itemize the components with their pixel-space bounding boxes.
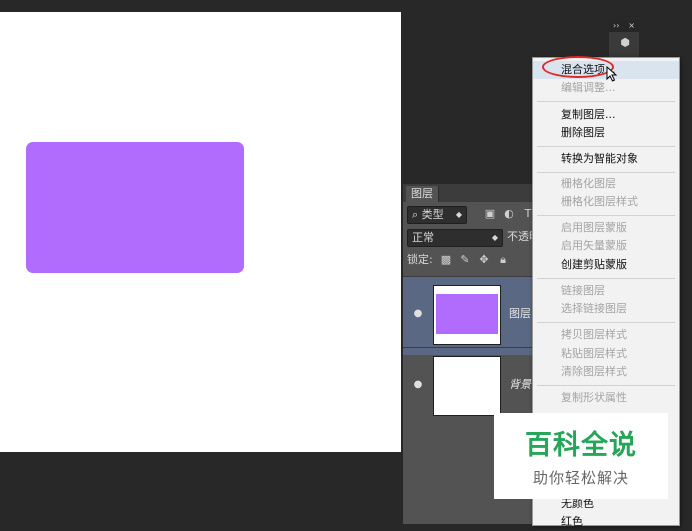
adjustment-filter-icon[interactable]: ◐ bbox=[502, 207, 516, 221]
purple-rounded-rectangle[interactable] bbox=[26, 142, 244, 273]
menu-item-enable-vector-mask[interactable]: 启用矢量蒙版 bbox=[533, 237, 679, 255]
3d-cube-icon[interactable]: ⬢ bbox=[618, 36, 632, 50]
menu-item-paste-layer-style[interactable]: 粘贴图层样式 bbox=[533, 345, 679, 363]
lock-paint-icon[interactable]: ✎ bbox=[458, 253, 472, 267]
search-icon: ⌕ bbox=[412, 208, 419, 221]
layer-thumbnail bbox=[433, 285, 501, 345]
menu-item-rasterize-layer-style[interactable]: 栅格化图层样式 bbox=[533, 193, 679, 211]
menu-separator bbox=[537, 101, 675, 102]
mouse-cursor-icon bbox=[606, 66, 618, 82]
watermark: 百科全说 助你轻松解决 bbox=[494, 413, 668, 499]
menu-item-copy-layer-style[interactable]: 拷贝图层样式 bbox=[533, 326, 679, 344]
lock-transparent-icon[interactable]: ▩ bbox=[439, 253, 453, 267]
menu-separator bbox=[537, 385, 675, 386]
layer-name[interactable]: 背景 bbox=[509, 376, 531, 392]
menu-separator bbox=[537, 215, 675, 216]
document-canvas[interactable] bbox=[0, 12, 401, 452]
menu-item-delete-layer[interactable]: 删除图层 bbox=[533, 124, 679, 142]
layer-name[interactable]: 图层 bbox=[509, 305, 531, 321]
close-icon[interactable]: × bbox=[628, 20, 635, 32]
menu-item-enable-layer-mask[interactable]: 启用图层蒙版 bbox=[533, 219, 679, 237]
filter-type-value: 类型 bbox=[421, 208, 444, 221]
menu-item-convert-smart-object[interactable]: 转换为智能对象 bbox=[533, 150, 679, 168]
image-filter-icon[interactable]: ▣ bbox=[483, 207, 497, 221]
menu-separator bbox=[537, 322, 675, 323]
lock-position-icon[interactable]: ✥ bbox=[477, 253, 491, 267]
menu-item-red[interactable]: 红色 bbox=[533, 513, 679, 531]
menu-item-copy-shape-attributes[interactable]: 复制形状属性 bbox=[533, 389, 679, 407]
up-down-arrow-icon: ◆ bbox=[491, 233, 498, 242]
menu-item-link-layers[interactable]: 链接图层 bbox=[533, 282, 679, 300]
menu-separator bbox=[537, 172, 675, 173]
filter-type-select[interactable]: ⌕ 类型 ◆ bbox=[407, 206, 467, 224]
dock-header: ›› × bbox=[609, 20, 639, 32]
menu-item-rasterize-layer[interactable]: 栅格化图层 bbox=[533, 175, 679, 193]
menu-item-clear-layer-style[interactable]: 清除图层样式 bbox=[533, 363, 679, 381]
eye-icon[interactable]: ● bbox=[411, 307, 425, 321]
menu-item-select-linked-layers[interactable]: 选择链接图层 bbox=[533, 300, 679, 318]
eye-icon[interactable]: ● bbox=[411, 378, 425, 392]
menu-separator bbox=[537, 146, 675, 147]
menu-separator bbox=[537, 278, 675, 279]
blend-mode-select[interactable]: 正常 ◆ bbox=[407, 229, 503, 247]
collapsed-panel-dock: ›› × ⬢ bbox=[609, 20, 639, 58]
expand-panels-icon[interactable]: ›› bbox=[613, 20, 619, 32]
watermark-title: 百科全说 bbox=[525, 430, 637, 461]
lock-label: 锁定: bbox=[407, 253, 433, 266]
annotation-circle bbox=[542, 56, 614, 78]
menu-item-create-clipping-mask[interactable]: 创建剪贴蒙版 bbox=[533, 256, 679, 274]
layer-thumbnail bbox=[433, 356, 501, 416]
menu-item-duplicate-layer[interactable]: 复制图层... bbox=[533, 106, 679, 124]
up-down-arrow-icon: ◆ bbox=[455, 210, 462, 219]
tab-layers[interactable]: 图层 bbox=[406, 186, 439, 202]
thumbnail-shape bbox=[436, 294, 498, 334]
lock-all-icon[interactable]: 🔒︎ bbox=[496, 253, 510, 267]
watermark-subtitle: 助你轻松解决 bbox=[532, 469, 629, 487]
blend-mode-value: 正常 bbox=[412, 231, 434, 244]
